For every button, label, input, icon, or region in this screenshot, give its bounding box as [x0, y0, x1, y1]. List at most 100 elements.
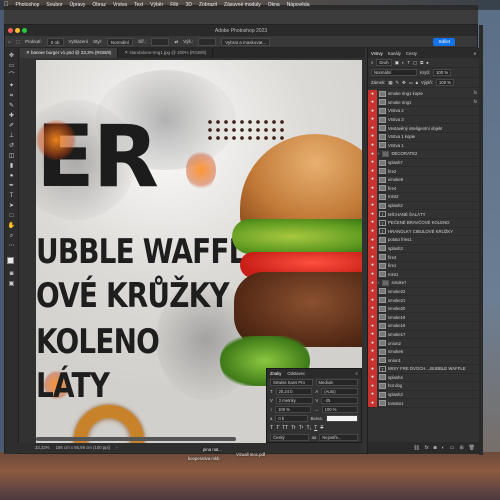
panel-menu-icon[interactable]: ≡	[356, 371, 358, 376]
font-size-field[interactable]: 20,24 b	[275, 388, 313, 395]
home-icon[interactable]: ⌂	[8, 39, 11, 44]
menu-text[interactable]: Text	[134, 2, 143, 8]
layer-row[interactable]: ● splash7	[368, 158, 480, 168]
menu-okna[interactable]: Okna	[268, 2, 280, 8]
desktop-file-label[interactable]: kooperativa.mkb	[188, 456, 220, 461]
menu-zasuvne-moduly[interactable]: Zásuvné moduly	[224, 2, 261, 8]
color-swatches[interactable]	[6, 256, 18, 268]
zoom-level[interactable]: 33,33%	[35, 445, 50, 450]
dodge-icon[interactable]: ●	[7, 172, 17, 180]
layer-row[interactable]: ● fire1	[368, 261, 480, 271]
lock-pixels-icon[interactable]: ▦	[388, 80, 392, 86]
lock-paint-icon[interactable]: ✎	[395, 80, 399, 86]
eye-icon[interactable]: ●	[368, 98, 377, 107]
history-brush-icon[interactable]: ↺	[7, 142, 17, 150]
layer-row[interactable]: ● › DECORATE2	[368, 149, 480, 159]
layer-row[interactable]: ● fire2	[368, 166, 480, 176]
layer-filter-select[interactable]: Druh	[376, 59, 392, 66]
path-selection-icon[interactable]: ➤	[7, 202, 17, 210]
chevron-right-icon[interactable]: ›	[378, 280, 379, 285]
layer-row[interactable]: ● fire3	[368, 252, 480, 262]
eye-icon[interactable]: ●	[368, 141, 377, 150]
eye-icon[interactable]: ●	[368, 312, 377, 322]
fx-icon[interactable]: fx	[474, 90, 477, 95]
foreground-color-swatch[interactable]	[6, 257, 14, 264]
eye-icon[interactable]: ●	[368, 295, 377, 305]
layer-row[interactable]: ● Vrstva 1 kopie	[368, 132, 480, 142]
panel-menu-icon[interactable]: ≡	[473, 51, 476, 56]
eye-icon[interactable]: ●	[368, 287, 377, 296]
layer-row[interactable]: ● splash2	[368, 201, 480, 211]
layer-row[interactable]: ● smoke22	[368, 287, 480, 297]
eye-icon[interactable]: ●	[368, 166, 377, 176]
folder-icon[interactable]: ▭	[450, 445, 455, 451]
lock-artboard-icon[interactable]: ▭	[409, 80, 413, 86]
eye-icon[interactable]: ●	[368, 149, 377, 159]
faux-bold-button[interactable]: T	[270, 425, 273, 431]
layer-row[interactable]: ● smoke6	[368, 347, 480, 357]
layer-row[interactable]: ● hot dog	[368, 381, 480, 391]
faux-italic-button[interactable]: T	[276, 425, 279, 431]
all-caps-button[interactable]: TT	[282, 425, 288, 431]
marquee-tool-icon[interactable]: ⬚	[16, 39, 20, 45]
eye-icon[interactable]: ●	[368, 347, 377, 356]
fx-icon[interactable]: fx	[425, 445, 429, 451]
eye-icon[interactable]: ●	[368, 227, 377, 236]
eye-icon[interactable]: ●	[368, 244, 377, 253]
eye-icon[interactable]: ●	[368, 132, 377, 142]
new-layer-icon[interactable]: ⊞	[459, 445, 463, 451]
layer-row[interactable]: ● smoke9	[368, 175, 480, 185]
maximize-icon[interactable]	[22, 28, 27, 33]
vscale-field[interactable]: 100 %	[275, 406, 312, 413]
chevron-right-icon[interactable]: ›	[378, 151, 379, 156]
desktop-file-label[interactable]: pina nat...	[203, 447, 222, 452]
clone-stamp-icon[interactable]: ⊥	[7, 132, 17, 140]
eye-icon[interactable]: ●	[368, 373, 377, 382]
text-color-swatch[interactable]	[325, 415, 359, 422]
share-button[interactable]: Sdílet	[433, 38, 455, 46]
eye-icon[interactable]: ●	[368, 209, 377, 219]
layer-row[interactable]: ● smoke19	[368, 312, 480, 323]
layer-row[interactable]: ● T PEČENÉ BRAVČOVÉ KOLENO	[368, 218, 480, 228]
doc-tab-active[interactable]: ✕ banner burger v1.psd @ 33,3% (RGB/8)	[20, 48, 119, 58]
layer-row[interactable]: ● potato fries1	[368, 235, 480, 245]
layer-row[interactable]: ● smoke20	[368, 304, 480, 314]
menu-soubor[interactable]: Soubor	[46, 2, 62, 8]
type-tool-icon[interactable]: T	[7, 192, 17, 200]
eye-icon[interactable]: ●	[368, 278, 377, 288]
layer-row[interactable]: ● Vrstva 2	[368, 106, 480, 116]
lasso-icon[interactable]: ⌒	[7, 72, 17, 80]
lock-all-icon[interactable]: 🔒︎	[416, 80, 418, 85]
antialias-select[interactable]: Nejostře...	[319, 434, 359, 441]
fx-icon[interactable]: fx	[474, 99, 477, 104]
chevron-right-icon[interactable]: ›	[116, 445, 117, 450]
fill-field[interactable]: 100 %	[435, 79, 455, 86]
menu-vrstva[interactable]: Vrstva	[113, 2, 127, 8]
filter-type-icon[interactable]: T	[407, 60, 410, 65]
lock-move-icon[interactable]: ✥	[402, 80, 406, 86]
layer-row[interactable]: ● › smoke7	[368, 278, 480, 288]
eye-icon[interactable]: ●	[368, 261, 377, 270]
hscale-field[interactable]: 100 %	[321, 406, 358, 413]
eye-icon[interactable]: ●	[368, 338, 377, 348]
select-and-mask-button[interactable]: Vybrat a maskovat...	[221, 37, 271, 46]
layer-row[interactable]: ● mint1	[368, 269, 480, 280]
menu-photoshop[interactable]: Photoshop	[16, 2, 40, 8]
kerning-field[interactable]: 2 metriky	[275, 397, 313, 404]
menu-vyber[interactable]: Výběr	[150, 2, 163, 8]
eye-icon[interactable]: ●	[368, 158, 377, 167]
eye-icon[interactable]: ●	[368, 269, 377, 279]
layer-row[interactable]: ● splash4	[368, 373, 480, 383]
tab-paragraph[interactable]: Odstavec	[287, 371, 305, 376]
menu-filtr[interactable]: Filtr	[170, 2, 178, 8]
mask-icon[interactable]: ◙	[434, 445, 437, 451]
tracking-field[interactable]: -25	[321, 397, 358, 404]
blend-mode-select[interactable]: Normální	[371, 69, 417, 76]
close-icon[interactable]	[8, 28, 13, 33]
layer-row[interactable]: ● T MÍCHANÉ ŠALÁTY	[368, 209, 480, 219]
filter-shape-icon[interactable]: ▢	[413, 60, 417, 66]
subscript-button[interactable]: T₁	[307, 425, 312, 431]
gradient-icon[interactable]: ▮	[7, 162, 17, 170]
layer-row[interactable]: ● smoke21	[368, 295, 480, 305]
eye-icon[interactable]: ●	[368, 381, 377, 391]
